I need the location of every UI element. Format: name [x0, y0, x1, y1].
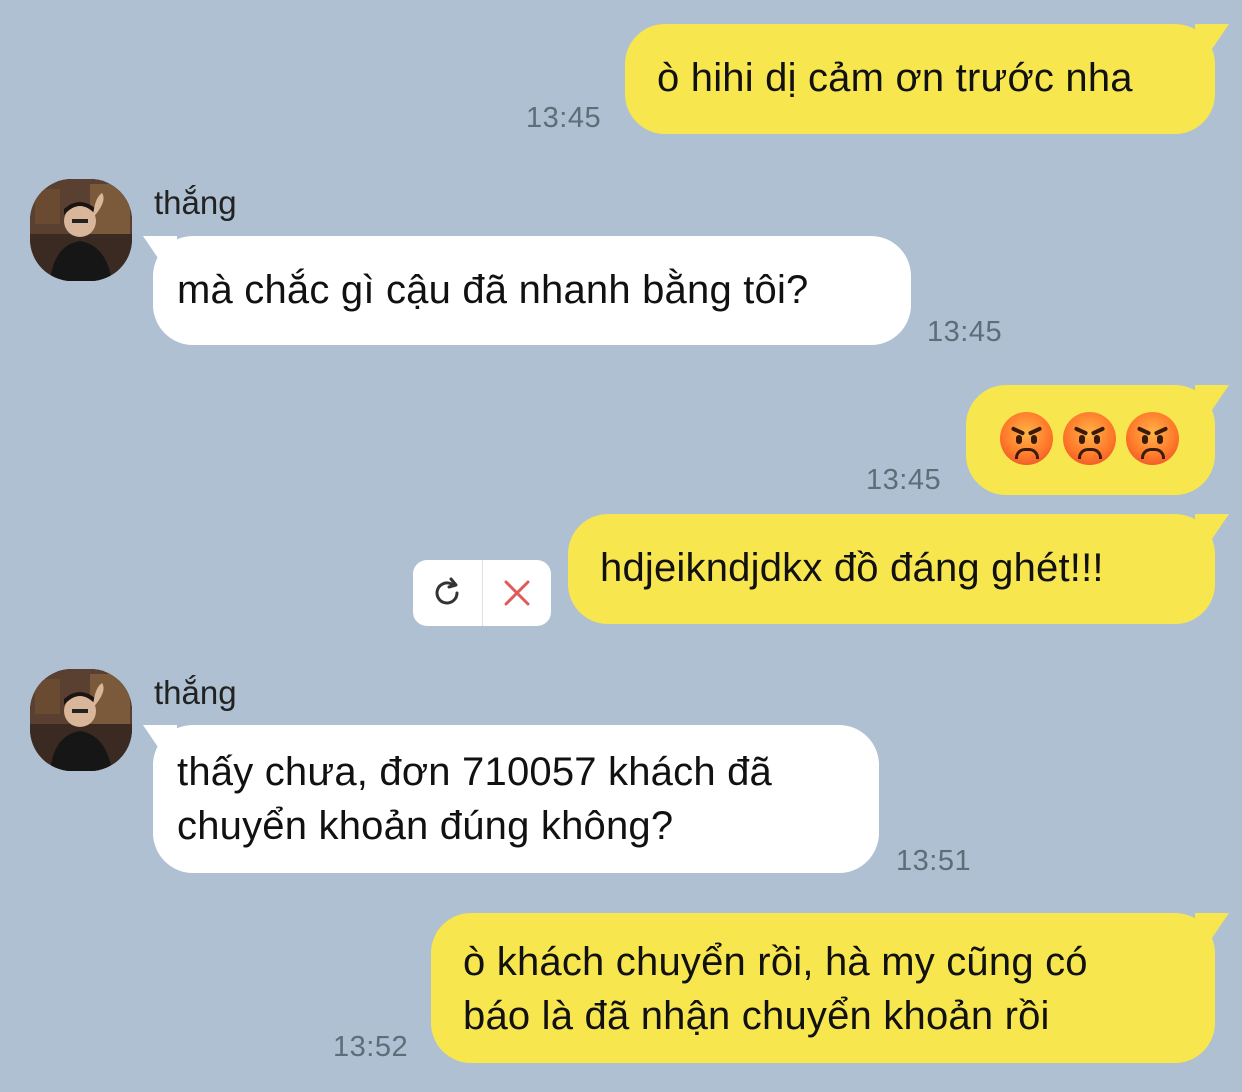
message-text-line: báo là đã nhận chuyển khoản rồi	[463, 994, 1050, 1038]
message-timestamp: 13:52	[333, 1031, 409, 1063]
angry-face-emoji	[1126, 412, 1179, 465]
close-icon	[504, 580, 530, 606]
message-timestamp: 13:45	[927, 316, 1003, 348]
message-bubble-outgoing[interactable]: ò hihi dị cảm ơn trước nha	[625, 24, 1215, 134]
message-timestamp: 13:45	[866, 464, 942, 496]
angry-face-emoji	[1063, 412, 1116, 465]
emoji-group	[1000, 412, 1181, 465]
message-bubble-outgoing[interactable]: ò khách chuyển rồi, hà my cũng có báo là…	[431, 913, 1215, 1063]
retry-button[interactable]	[413, 560, 482, 626]
message-text: hdjeikndjdkx đồ đáng ghét!!!	[600, 546, 1104, 590]
avatar-photo	[30, 179, 132, 281]
failed-message-actions	[413, 560, 551, 626]
angry-face-emoji	[1000, 412, 1053, 465]
message-timestamp: 13:51	[896, 845, 972, 877]
message-timestamp: 13:45	[526, 102, 602, 134]
message-bubble-outgoing[interactable]: hdjeikndjdkx đồ đáng ghét!!!	[568, 514, 1215, 624]
message-bubble-incoming[interactable]: thấy chưa, đơn 710057 khách đã chuyển kh…	[153, 725, 879, 873]
sender-name: thắng	[154, 184, 237, 221]
message-bubble-incoming[interactable]: mà chắc gì cậu đã nhanh bằng tôi?	[153, 236, 911, 345]
cancel-send-button[interactable]	[483, 560, 552, 626]
message-text: mà chắc gì cậu đã nhanh bằng tôi?	[177, 268, 809, 312]
message-text-line: ò khách chuyển rồi, hà my cũng có	[463, 940, 1088, 984]
avatar[interactable]	[30, 179, 132, 281]
avatar[interactable]	[30, 669, 132, 771]
retry-icon	[435, 577, 459, 605]
message-text: ò hihi dị cảm ơn trước nha	[657, 56, 1133, 100]
sender-name: thắng	[154, 674, 237, 711]
message-bubble-outgoing[interactable]	[966, 385, 1215, 495]
avatar-photo	[30, 669, 132, 771]
chat-view[interactable]: ò hihi dị cảm ơn trước nha 13:45 thắng m…	[0, 0, 1242, 1092]
message-text-line: chuyển khoản đúng không?	[177, 804, 674, 848]
message-text-line: thấy chưa, đơn 710057 khách đã	[177, 750, 772, 794]
